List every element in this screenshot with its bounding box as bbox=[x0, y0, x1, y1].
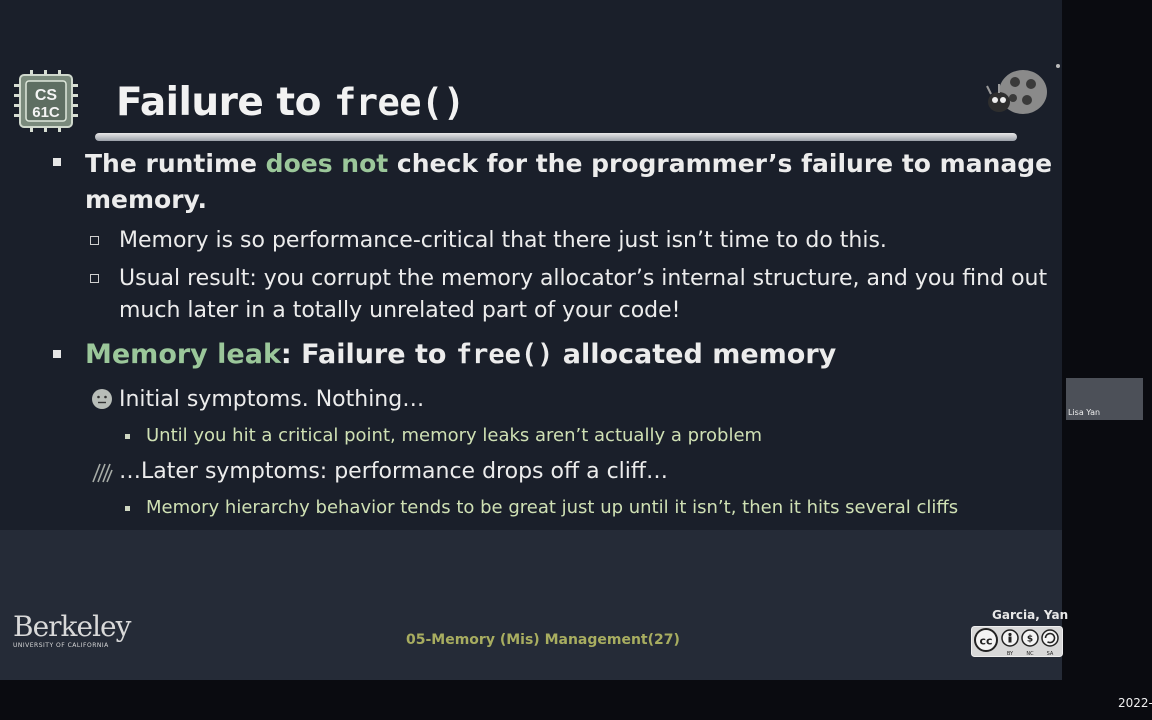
sub-bullet-usual-result: Usual result: you corrupt the memory all… bbox=[119, 266, 1048, 291]
cc-label-by: BY bbox=[1007, 651, 1014, 657]
highlight-memory-leak: Memory leak bbox=[85, 339, 281, 370]
bullet-text: allocated memory bbox=[553, 339, 837, 370]
bullet-square bbox=[53, 350, 61, 358]
later-symptoms: …Later symptoms: performance drops off a… bbox=[119, 459, 669, 484]
neutral-face-icon bbox=[92, 389, 112, 409]
svg-text:$: $ bbox=[1027, 635, 1033, 645]
initial-symptoms-detail: Until you hit a critical point, memory l… bbox=[146, 425, 763, 446]
slide-footer-title: 05-Memory (Mis) Management(27) bbox=[406, 632, 680, 648]
participant-video-tile[interactable]: Lisa Yan bbox=[1066, 378, 1143, 420]
sub-bullet-performance: Memory is so performance-critical that t… bbox=[119, 228, 887, 253]
bullet-memory-leak: Memory leak: Failure to free() allocated… bbox=[85, 337, 836, 373]
highlight-does-not: does not bbox=[265, 149, 389, 178]
sub-sub-bullet bbox=[125, 506, 130, 511]
bullet-text: check for the programmer’s failure to ma… bbox=[388, 149, 1053, 178]
sub-bullet bbox=[90, 236, 99, 245]
initial-symptoms: Initial symptoms. Nothing… bbox=[119, 387, 425, 412]
falling-figure-icon bbox=[92, 463, 113, 483]
date-stamp: 2022- bbox=[1118, 696, 1152, 710]
sub-sub-bullet bbox=[125, 434, 130, 439]
later-symptoms-detail: Memory hierarchy behavior tends to be gr… bbox=[146, 497, 959, 518]
bullet-square bbox=[53, 158, 61, 166]
slide-authors: Garcia, Yan bbox=[992, 608, 1069, 622]
code-free: free() bbox=[455, 339, 554, 370]
cc-label-sa: SA bbox=[1047, 651, 1054, 657]
creative-commons-badge: cc $ BY NC SA bbox=[971, 626, 1063, 657]
sub-bullet-usual-result-cont: much later in a totally unrelated part o… bbox=[119, 298, 681, 323]
berkeley-logo: Berkeley UNIVERSITY OF CALIFORNIA bbox=[13, 610, 131, 650]
sub-bullet bbox=[90, 274, 99, 283]
cc-label-nc: NC bbox=[1026, 651, 1034, 657]
bullet-runtime-cont: memory. bbox=[85, 185, 208, 214]
berkeley-subtext: UNIVERSITY OF CALIFORNIA bbox=[13, 642, 109, 649]
participant-name: Lisa Yan bbox=[1068, 408, 1101, 417]
slide-lower-band bbox=[0, 530, 1062, 680]
bullet-runtime: The runtime does not check for the progr… bbox=[85, 146, 1052, 182]
bullet-text: : Failure to bbox=[280, 339, 456, 370]
svg-text:cc: cc bbox=[979, 635, 992, 648]
slide-content: The runtime does not check for the progr… bbox=[0, 0, 1062, 540]
berkeley-wordmark: Berkeley bbox=[13, 610, 131, 643]
bullet-text: The runtime bbox=[85, 149, 266, 178]
